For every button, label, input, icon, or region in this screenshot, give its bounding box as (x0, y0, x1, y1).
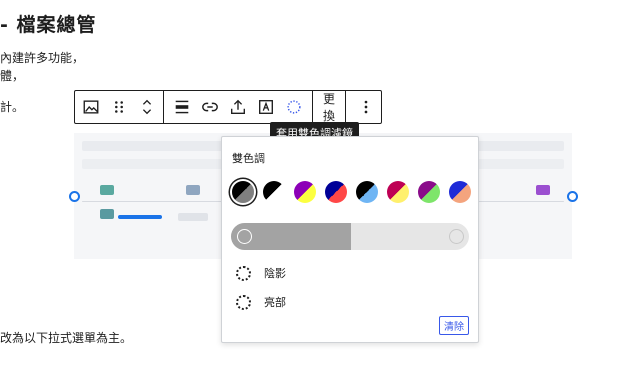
paragraph-line-4: 改為以下拉式選單為主。 (0, 331, 133, 345)
resize-handle-right[interactable] (567, 191, 578, 202)
duotone-swatch-1[interactable] (232, 181, 254, 203)
highlight-label: 亮部 (264, 296, 286, 309)
text-overlay-icon[interactable] (252, 92, 280, 122)
duotone-swatch-5[interactable] (356, 181, 378, 203)
chevron-up-down-icon[interactable] (133, 92, 161, 122)
duotone-popover: 雙色調 陰影 亮部 清除 (221, 136, 479, 343)
duotone-swatch-7[interactable] (418, 181, 440, 203)
page-heading: - 檔案總管 (0, 14, 97, 36)
highlight-knob[interactable] (449, 229, 464, 244)
shadow-knob[interactable] (237, 229, 252, 244)
highlight-option[interactable]: 亮部 (236, 294, 286, 310)
resize-handle-left[interactable] (69, 191, 80, 202)
duotone-swatch-6[interactable] (387, 181, 409, 203)
clear-button[interactable]: 清除 (439, 316, 469, 335)
highlight-color-icon (236, 294, 251, 310)
more-vertical-icon[interactable] (352, 92, 380, 122)
duotone-swatch-8[interactable] (449, 181, 471, 203)
link-icon[interactable] (196, 92, 224, 122)
shadow-label: 陰影 (264, 267, 286, 280)
shadow-option[interactable]: 陰影 (236, 265, 286, 281)
paragraph-line-2: 體， (0, 69, 25, 83)
duotone-swatch-2[interactable] (263, 181, 285, 203)
paragraph-line-1: 內建許多功能， (0, 51, 85, 65)
paragraph-line-3: 計。 (0, 100, 25, 114)
shadow-color-icon (236, 265, 251, 281)
block-toolbar: 更換 (74, 90, 382, 124)
duotone-color-bar[interactable] (231, 223, 469, 250)
drag-handle-icon[interactable] (105, 92, 133, 122)
duotone-title: 雙色調 (232, 152, 265, 165)
image-icon[interactable] (77, 92, 105, 122)
duotone-icon[interactable] (280, 92, 308, 122)
align-icon[interactable] (168, 92, 196, 122)
duotone-swatch-3[interactable] (294, 181, 316, 203)
replace-button[interactable]: 更換 (313, 90, 345, 124)
duotone-swatch-4[interactable] (325, 181, 347, 203)
upload-icon[interactable] (224, 92, 252, 122)
